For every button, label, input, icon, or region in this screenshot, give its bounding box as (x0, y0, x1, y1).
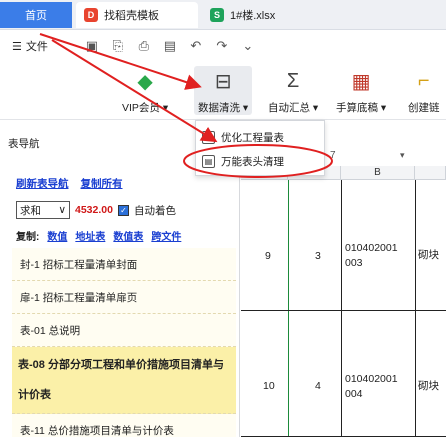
optimize-icon: ▤ (202, 130, 215, 144)
sheet-item[interactable]: 表-01 总说明 (12, 314, 236, 347)
create-link-label: 创建链 (408, 102, 440, 114)
grid-cell[interactable]: 砌块 (418, 378, 439, 393)
vip-label: VIP会员 (122, 102, 160, 114)
copy-row: 复制: 数值 地址表 数值表 跨文件 (16, 228, 181, 243)
sheet-item-active[interactable]: 表-08 分部分项工程和单价措施项目清单与计价表 (12, 347, 236, 414)
data-clean-dropdown: ▤ 优化工程量表 ▤ 万能表头清理 (195, 120, 325, 176)
copy-table-link[interactable]: 数值表 (113, 228, 143, 243)
grid-cell[interactable]: 004 (345, 388, 363, 400)
title-tab-bar: 首页 D 找稻壳模板 S 1#楼.xlsx (0, 0, 446, 30)
auto-color-label: 自动着色 (133, 204, 176, 217)
menu-item-header-clean[interactable]: ▤ 万能表头清理 (202, 151, 284, 171)
menu-item-optimize-label: 优化工程量表 (221, 131, 284, 144)
formula-bar-value: 7 (330, 150, 336, 161)
menu-item-header-clean-label: 万能表头清理 (221, 155, 284, 168)
export-pdf-icon[interactable]: ⎘ (110, 38, 126, 54)
tab-home[interactable]: 首页 (0, 2, 72, 28)
tab-home-label: 首页 (25, 10, 47, 22)
column-header-b[interactable]: B (341, 166, 415, 180)
auto-sum-label: 自动汇总 (268, 102, 310, 114)
sheet-item-label: 表-11 总价措施项目清单与计价表 (20, 424, 174, 437)
sheet-item[interactable]: 表-11 总价措施项目清单与计价表 (12, 414, 236, 437)
auto-color-checkbox[interactable]: ✓ (117, 204, 129, 216)
ribbon-toolbar: ◆ VIP会员 ▾ ⊟ 数据清洗 ▾ Σ 自动汇总 ▾ ▦ 手算底稿 ▾ ⌐ 创… (0, 62, 446, 120)
sheet-item-label: 扉-1 招标工程量清单扉页 (20, 291, 138, 304)
grid-cell[interactable]: 砌块 (418, 247, 439, 262)
vip-button[interactable]: ◆ VIP会员 ▾ (122, 66, 168, 115)
create-link-icon: ⌐ (417, 69, 430, 92)
print-preview-icon[interactable]: ▤ (162, 38, 178, 54)
nav-links: 刷新表导航 复制所有 (16, 176, 123, 191)
data-clean-button[interactable]: ⊟ 数据清洗 ▾ (194, 66, 253, 115)
copy-data-link[interactable]: 数值 (47, 228, 67, 243)
nav-title: 表导航 (8, 138, 40, 150)
docer-logo-icon: D (84, 8, 98, 22)
copy-all-link[interactable]: 复制所有 (81, 176, 123, 191)
aggregate-select[interactable]: 求和 ∨ (16, 201, 70, 219)
tab-template[interactable]: D 找稻壳模板 (76, 2, 198, 28)
header-clean-icon: ▤ (202, 154, 215, 168)
save-icon[interactable]: ▣ (84, 38, 100, 54)
vip-shield-icon: ◆ (137, 70, 153, 93)
hamburger-icon: ☰ (12, 40, 22, 53)
grid-vline (415, 180, 416, 437)
transform-button[interactable]: ▦ 手算底稿 ▾ (336, 66, 386, 115)
aggregate-select-value: 求和 (20, 204, 41, 217)
sheet-item-label: 表-01 总说明 (20, 324, 81, 337)
table-grid-icon: ▦ (351, 70, 371, 93)
menu-item-optimize[interactable]: ▤ 优化工程量表 (202, 127, 284, 147)
print-icon[interactable]: ⎙ (136, 38, 152, 54)
copy-crossfile-link[interactable]: 跨文件 (151, 228, 181, 243)
sheet-item[interactable]: 封-1 招标工程量清单封面 (12, 248, 236, 281)
refresh-nav-link[interactable]: 刷新表导航 (16, 176, 69, 191)
tab-file[interactable]: S 1#楼.xlsx (200, 2, 320, 28)
grid-vline (341, 180, 342, 437)
tab-template-label: 找稻壳模板 (104, 10, 159, 22)
copy-label: 复制: (16, 232, 40, 243)
spreadsheet-grid[interactable]: A B 9 3 010402001 003 砌块 10 4 010402001 … (241, 166, 446, 437)
grid-cell[interactable]: 4 (315, 380, 321, 392)
quick-access-icons: ▣ ⎘ ⎙ ▤ ↶ ↷ ⌄ (84, 38, 256, 54)
grid-hline (241, 310, 446, 311)
more-chevron-icon[interactable]: ⌄ (240, 38, 256, 54)
spreadsheet-logo-icon: S (210, 8, 224, 22)
undo-icon[interactable]: ↶ (188, 38, 204, 54)
transform-label: 手算底稿 (336, 102, 378, 114)
data-clean-label: 数据清洗 (198, 102, 240, 114)
sum-row: 求和 ∨ 4532.00 ✓ 自动着色 (16, 201, 176, 219)
row-number: 10 (263, 380, 275, 392)
row-number: 9 (265, 250, 271, 262)
grid-cell[interactable]: 010402001 (345, 242, 398, 254)
sheet-item-label: 封-1 招标工程量清单封面 (20, 258, 138, 271)
create-link-button[interactable]: ⌐ 创建链 (408, 66, 440, 115)
sheet-item-label: 表-08 分部分项工程和单价措施项目清单与计价表 (18, 359, 224, 401)
tab-file-label: 1#楼.xlsx (230, 10, 276, 22)
sheet-list: 封-1 招标工程量清单封面 扉-1 招标工程量清单扉页 表-01 总说明 表-0… (12, 248, 236, 437)
grid-vline (288, 180, 289, 437)
quick-access-bar: ☰ 文件 ▣ ⎘ ⎙ ▤ ↶ ↷ ⌄ (0, 30, 446, 62)
sheet-item[interactable]: 扉-1 招标工程量清单扉页 (12, 281, 236, 314)
file-menu-label: 文件 (25, 41, 48, 53)
auto-sum-button[interactable]: Σ 自动汇总 ▾ (268, 66, 318, 115)
data-clean-icon: ⊟ (214, 70, 232, 93)
sum-value: 4532.00 (75, 204, 113, 216)
redo-icon[interactable]: ↷ (214, 38, 230, 54)
sigma-icon: Σ (286, 69, 300, 92)
column-header-c[interactable] (415, 166, 446, 180)
grid-cell[interactable]: 003 (345, 257, 363, 269)
copy-address-link[interactable]: 地址表 (75, 228, 105, 243)
grid-cell[interactable]: 010402001 (345, 373, 398, 385)
chevron-down-icon: ∨ (58, 204, 66, 216)
formula-bar-chevron-icon[interactable]: ▾ (400, 150, 405, 161)
grid-cell[interactable]: 3 (315, 250, 321, 262)
file-menu-button[interactable]: ☰ 文件 (12, 38, 48, 54)
